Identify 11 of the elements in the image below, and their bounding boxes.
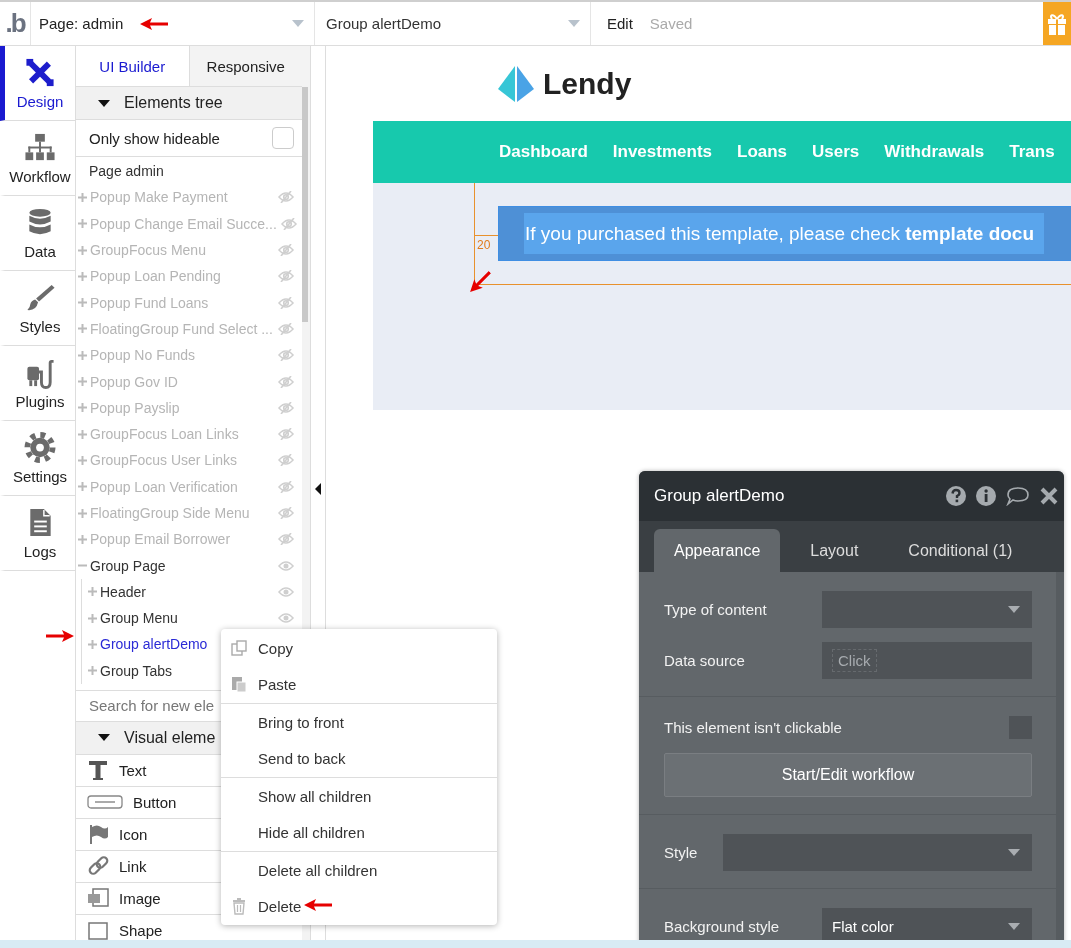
save-status: Saved: [649, 15, 693, 32]
alert-text: If you purchased this template, please check template docu: [524, 213, 1045, 254]
field-label: Style: [664, 844, 698, 861]
brand-name: Lendy: [543, 66, 632, 101]
field-label: This element isn't clickable: [664, 719, 842, 736]
field-label: Data source: [664, 652, 745, 669]
field-label: Type of content: [664, 601, 767, 618]
editor-title: Group alertDemo: [654, 486, 785, 506]
field-label: Background style: [664, 918, 780, 935]
filter-label: Only show hideable: [89, 129, 220, 147]
spacing-label: 20: [477, 238, 491, 252]
